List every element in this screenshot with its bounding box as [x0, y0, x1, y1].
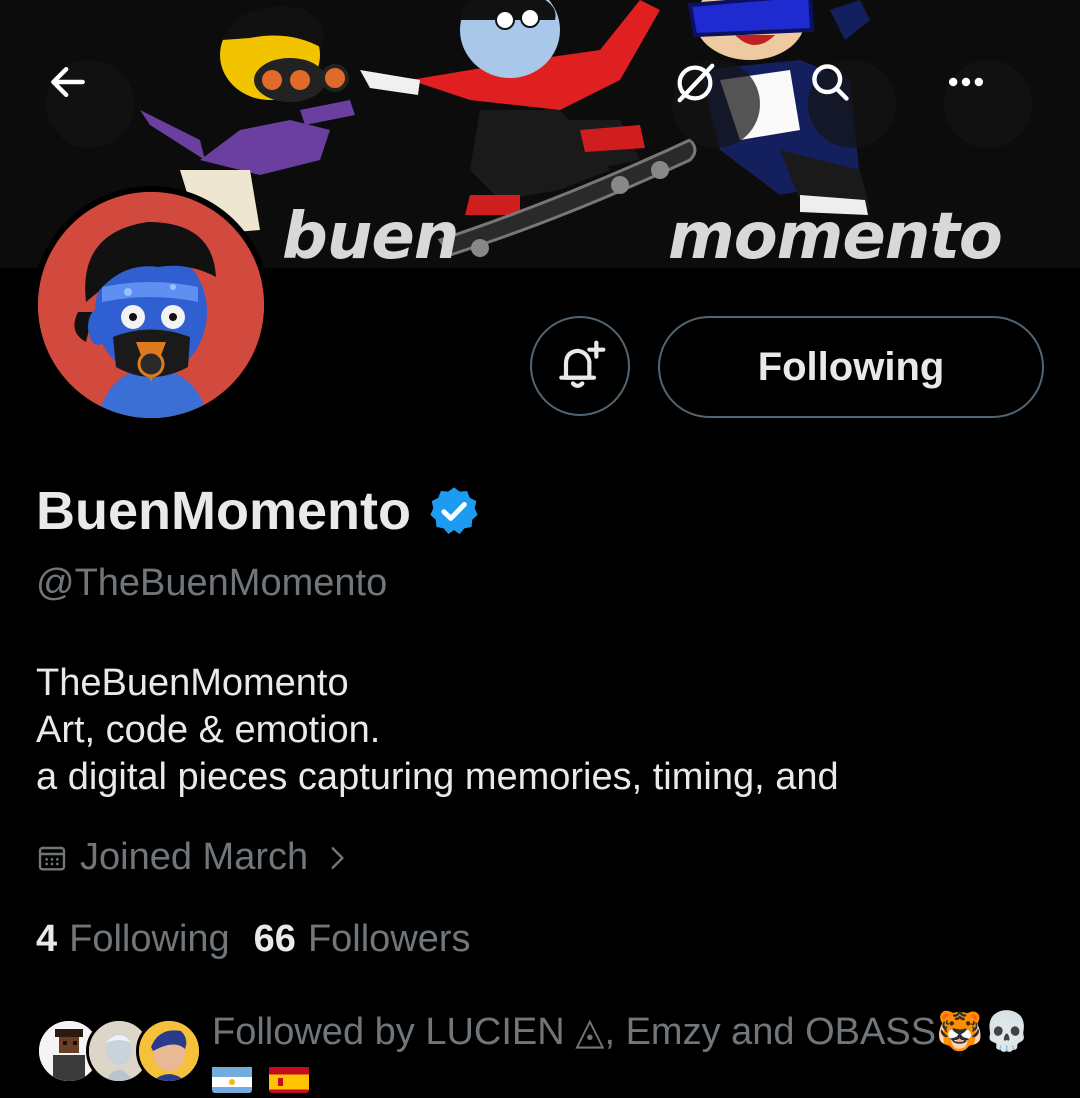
more-icon [948, 77, 984, 87]
following-count-link[interactable]: 4 Following [36, 918, 230, 961]
search-button[interactable] [808, 60, 896, 148]
followed-by-text: Followed by LUCIEN ◬, Emzy and OBASS🐯💀 [212, 1010, 1042, 1098]
verified-badge-icon[interactable] [427, 484, 481, 538]
followed-by-names: Followed by LUCIEN ◬, Emzy and OBASS🐯💀 [212, 1011, 1031, 1053]
user-handle: @TheBuenMomento [36, 562, 388, 604]
follower-avatar [136, 1018, 202, 1084]
chevron-right-icon [331, 846, 344, 869]
bio-line: TheBuenMomento [36, 662, 349, 704]
calendar-icon [38, 846, 66, 871]
grok-button[interactable] [672, 60, 760, 148]
followers-count: 66 [253, 918, 296, 960]
grok-icon [677, 63, 715, 103]
follow-stats: 4 Following 66 Followers [36, 918, 471, 961]
profile-avatar[interactable] [32, 186, 270, 424]
notifications-button[interactable] [530, 316, 630, 416]
banner-word-buen: buen [282, 200, 459, 268]
following-label: Following [69, 918, 230, 960]
back-button[interactable] [46, 60, 134, 148]
followers-count-link[interactable]: 66 Followers [254, 918, 471, 961]
joined-label: Joined March [80, 836, 309, 878]
avatar-image [38, 192, 264, 418]
flags-row [212, 1054, 1042, 1098]
banner-word-momento: momento [668, 200, 1003, 268]
bell-plus-icon [559, 340, 606, 388]
followed-by[interactable]: Followed by LUCIEN ◬, Emzy and OBASS🐯💀 [36, 1010, 1046, 1093]
followed-by-avatars [36, 1018, 206, 1088]
arrow-left-icon [51, 66, 85, 98]
search-icon [812, 64, 849, 101]
joined-date[interactable]: Joined March [36, 836, 350, 879]
bio-line: a digital pieces capturing memories, tim… [36, 756, 839, 798]
display-name: BuenMomento [36, 481, 411, 541]
profile-bio: TheBuenMomento Art, code & emotion. a di… [36, 660, 839, 801]
following-button[interactable]: Following [658, 316, 1044, 418]
following-count: 4 [36, 918, 58, 960]
spain-flag-icon [268, 1063, 309, 1093]
argentina-flag-icon [212, 1063, 252, 1093]
avatar-art [38, 192, 264, 418]
followers-label: Followers [307, 918, 471, 960]
display-name-row: BuenMomento [36, 480, 481, 542]
more-button[interactable] [944, 60, 1032, 148]
bio-line: Art, code & emotion. [36, 709, 381, 751]
